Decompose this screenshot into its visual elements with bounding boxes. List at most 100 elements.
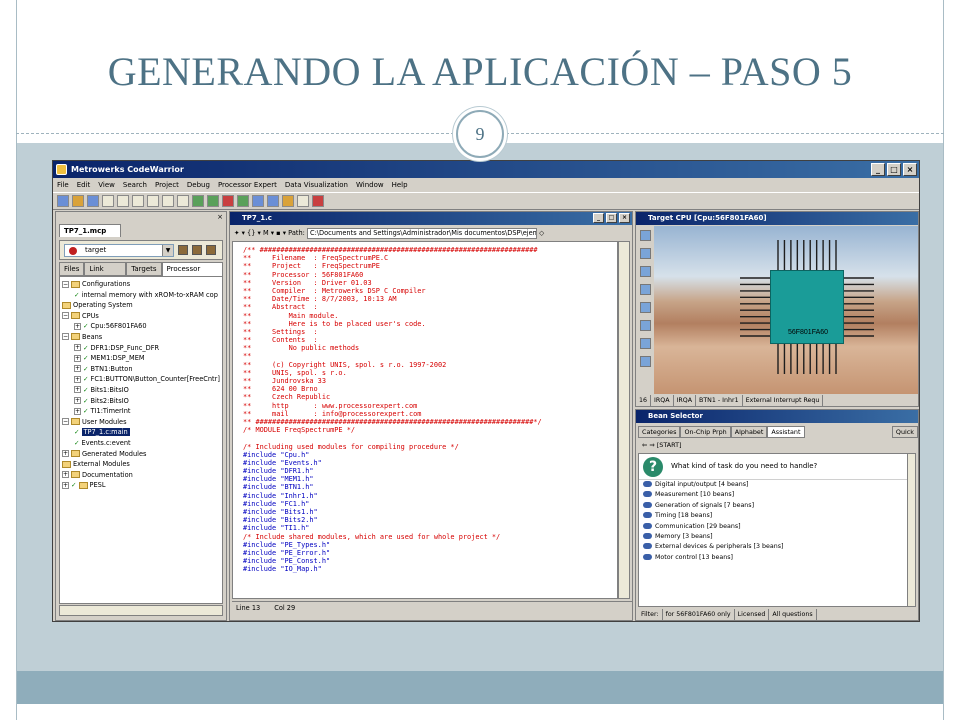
enabled-check-icon[interactable]: ✓	[74, 428, 80, 436]
run-icon[interactable]	[237, 195, 249, 207]
expand-icon[interactable]: +	[74, 375, 81, 383]
cut-icon[interactable]	[132, 195, 144, 207]
header-files-icon[interactable]: ✦ ▾	[234, 229, 245, 237]
filter-cpu-only[interactable]: for 56F801FA60 only	[663, 609, 735, 620]
debug-icon[interactable]	[222, 195, 234, 207]
tree-item[interactable]: + ✓ PESL	[60, 480, 222, 491]
close-button[interactable]: ×	[903, 163, 917, 176]
collapse-icon[interactable]: −	[62, 333, 69, 341]
enabled-check-icon[interactable]: ✓	[71, 481, 77, 489]
bean-vertical-scrollbar[interactable]	[907, 453, 916, 607]
tree-item[interactable]: − CPUs	[60, 311, 222, 322]
enabled-check-icon[interactable]: ✓	[74, 439, 80, 447]
tree-item[interactable]: + ✓ BTN1:Button	[60, 364, 222, 375]
tree-item[interactable]: ✓ internal memory with xROM-to-xRAM cop	[60, 290, 222, 301]
expand-icon[interactable]: +	[74, 344, 81, 352]
settings-icon[interactable]	[178, 245, 188, 255]
menu-debug[interactable]: Debug	[187, 178, 210, 192]
tree-item[interactable]: + Documentation	[60, 470, 222, 481]
tree-item[interactable]: + ✓ MEM1:DSP_MEM	[60, 353, 222, 364]
compile-icon[interactable]	[192, 195, 204, 207]
category-item[interactable]: Memory [3 beans]	[639, 532, 907, 542]
filter-all-questions[interactable]: All questions	[769, 609, 817, 620]
category-item[interactable]: Generation of signals [7 beans]	[639, 501, 907, 511]
grid-icon[interactable]	[639, 302, 651, 313]
tree-item[interactable]: + ✓ Bits1:BitsIO	[60, 385, 222, 396]
generate-code-icon[interactable]	[282, 195, 294, 207]
expand-icon[interactable]: +	[62, 481, 69, 489]
tab-on-chip-prph[interactable]: On-Chip Prph	[680, 426, 731, 438]
menu-search[interactable]: Search	[123, 178, 147, 192]
tree-item[interactable]: External Modules	[60, 459, 222, 470]
tree-item[interactable]: + ✓ FC1:BUTTON\Button_Counter[FreeCntr]	[60, 374, 222, 385]
rotate-icon[interactable]	[639, 230, 651, 241]
cpu-chip[interactable]: 56F801FA60	[770, 270, 844, 344]
enabled-check-icon[interactable]: ✓	[83, 375, 89, 383]
project-file-tab[interactable]: TP7_1.mcp	[59, 224, 121, 237]
make-icon[interactable]	[207, 195, 219, 207]
enabled-check-icon[interactable]: ✓	[83, 365, 89, 373]
enabled-check-icon[interactable]: ✓	[83, 397, 89, 405]
expand-icon[interactable]: +	[74, 386, 81, 394]
enabled-check-icon[interactable]: ✓	[83, 344, 89, 352]
tree-item[interactable]: + Generated Modules	[60, 449, 222, 460]
tree-item[interactable]: + ✓ Cpu:56F801FA60	[60, 321, 222, 332]
editor-vertical-scrollbar[interactable]	[618, 241, 630, 599]
tab-assistant[interactable]: Assistant	[767, 426, 805, 438]
zoom-in-icon[interactable]	[639, 266, 651, 277]
maximize-button[interactable]: □	[887, 163, 901, 176]
copy-icon[interactable]	[147, 195, 159, 207]
category-item[interactable]: Timing [18 beans]	[639, 511, 907, 521]
functions-icon[interactable]: {} ▾	[247, 229, 261, 237]
target-dropdown[interactable]: target ▼	[64, 244, 174, 257]
list-icon[interactable]	[639, 356, 651, 367]
editor-close-button[interactable]: ×	[619, 213, 630, 223]
collapse-icon[interactable]: −	[62, 418, 69, 426]
tab-quick[interactable]: Quick	[891, 426, 918, 438]
new-file-icon[interactable]	[57, 195, 69, 207]
tab-processor-expert[interactable]: Processor Expert	[161, 262, 223, 285]
panel-close-icon[interactable]: ×	[217, 213, 223, 221]
category-item[interactable]: Measurement [10 beans]	[639, 490, 907, 500]
enabled-check-icon[interactable]: ✓	[83, 386, 89, 394]
info-icon[interactable]	[639, 338, 651, 349]
tree-item[interactable]: + ✓ Bits2:BitsIO	[60, 396, 222, 407]
tree-item[interactable]: ✓ Events.c:event	[60, 438, 222, 449]
redo-icon[interactable]	[117, 195, 129, 207]
expand-icon[interactable]: +	[62, 450, 69, 457]
tab-targets[interactable]: Targets	[126, 262, 162, 276]
filter-licensed[interactable]: Licensed	[735, 609, 770, 620]
enabled-check-icon[interactable]: ✓	[83, 322, 89, 330]
menu-processor-expert[interactable]: Processor Expert	[218, 178, 277, 192]
tree-item[interactable]: + ✓ DFR1:DSP_Func_DFR	[60, 343, 222, 354]
path-options-icon[interactable]: ◇	[539, 229, 544, 237]
minimize-button[interactable]: _	[871, 163, 885, 176]
properties-icon[interactable]	[639, 248, 651, 259]
editor-minimize-button[interactable]: _	[593, 213, 604, 223]
tree-item[interactable]: ✓ TP7_1.c:main	[60, 427, 222, 438]
menu-window[interactable]: Window	[356, 178, 384, 192]
paste-icon[interactable]	[162, 195, 174, 207]
undo-icon[interactable]	[102, 195, 114, 207]
stop-icon[interactable]	[312, 195, 324, 207]
code-area[interactable]: /** ####################################…	[232, 241, 618, 599]
menu-data-visualization[interactable]: Data Visualization	[285, 178, 348, 192]
make-target-icon[interactable]	[206, 245, 216, 255]
horizontal-scrollbar[interactable]	[59, 605, 223, 616]
expand-icon[interactable]: +	[74, 365, 81, 373]
markers-icon[interactable]: M ▾	[263, 229, 274, 237]
tab-files[interactable]: Files	[59, 262, 85, 276]
tab-categories[interactable]: Categories	[638, 426, 681, 438]
tab-link-order[interactable]: Link Order	[84, 262, 127, 285]
tree-item[interactable]: − Beans	[60, 332, 222, 343]
file-options-icon[interactable]: ▪ ▾	[276, 229, 286, 237]
menu-view[interactable]: View	[98, 178, 115, 192]
expand-icon[interactable]: +	[74, 407, 81, 415]
category-item[interactable]: External devices & peripherals [3 beans]	[639, 542, 907, 552]
expand-icon[interactable]: +	[74, 354, 81, 362]
find-icon[interactable]	[177, 195, 189, 207]
editor-maximize-button[interactable]: □	[606, 213, 617, 223]
enabled-check-icon[interactable]: ✓	[83, 354, 89, 362]
tree-item[interactable]: Operating System	[60, 300, 222, 311]
open-folder-icon[interactable]	[72, 195, 84, 207]
